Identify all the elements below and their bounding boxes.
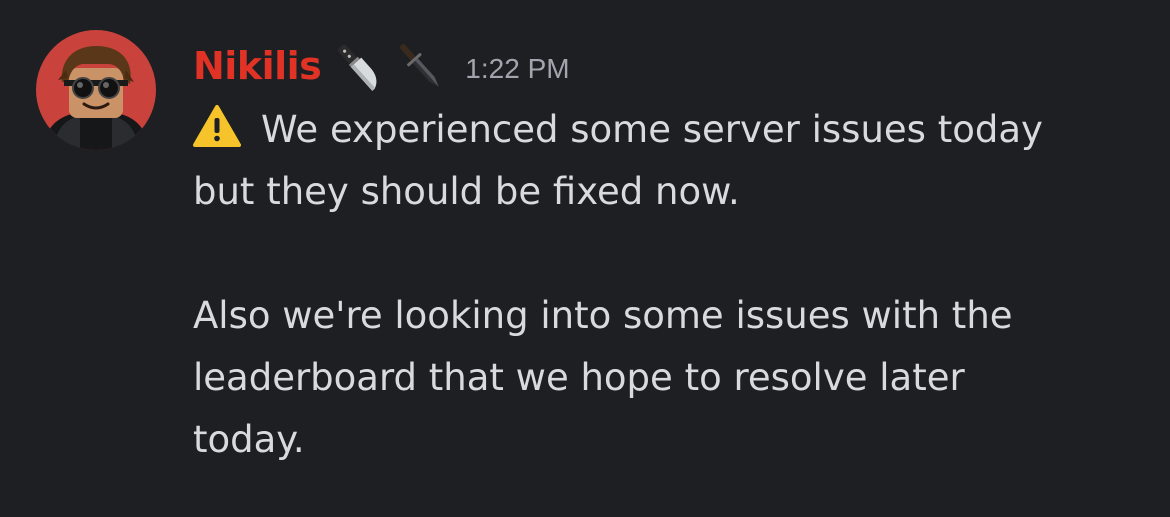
message-text: We experienced some server issues today …	[193, 108, 1043, 213]
dagger-icon	[393, 36, 447, 96]
message-paragraph: Also we're looking into some issues with…	[193, 285, 1153, 471]
timestamp[interactable]: 1:22 PM	[465, 53, 569, 85]
username[interactable]: Nikilis	[193, 44, 322, 88]
message-content: We experienced some server issues today …	[193, 99, 1153, 471]
message-text: Also we're looking into some issues with…	[193, 294, 1013, 461]
kitchen-knife-icon	[331, 36, 385, 96]
avatar[interactable]	[36, 30, 156, 150]
avatar-image	[36, 30, 156, 150]
message-paragraph: We experienced some server issues today …	[193, 99, 1153, 223]
message-header: Nikilis 1:22 PM	[193, 36, 570, 96]
warning-icon	[193, 104, 241, 148]
